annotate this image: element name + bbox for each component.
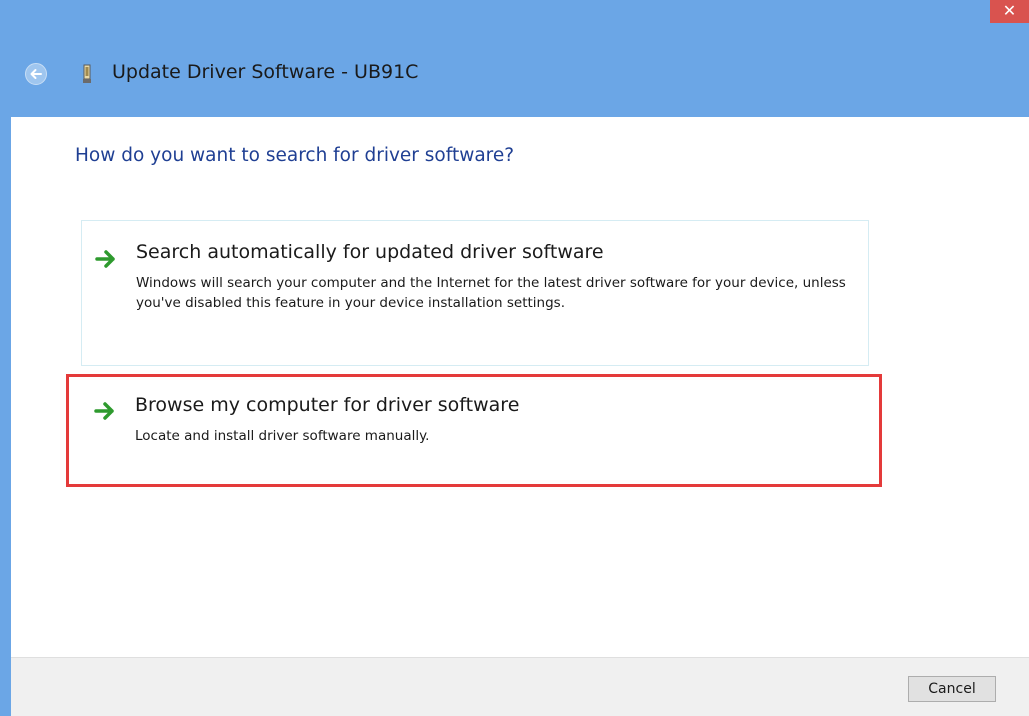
option-title: Search automatically for updated driver … bbox=[136, 241, 604, 263]
green-arrow-icon bbox=[95, 250, 115, 268]
window-title: Update Driver Software - UB91C bbox=[112, 61, 419, 83]
search-automatically-option[interactable]: Search automatically for updated driver … bbox=[81, 220, 869, 366]
wizard-content: How do you want to search for driver sof… bbox=[11, 117, 1029, 657]
close-icon: ✕ bbox=[1002, 1, 1017, 20]
browse-computer-option[interactable]: Browse my computer for driver software L… bbox=[66, 374, 882, 487]
cancel-button[interactable]: Cancel bbox=[908, 676, 996, 702]
page-question: How do you want to search for driver sof… bbox=[75, 145, 515, 166]
back-button[interactable] bbox=[25, 63, 47, 85]
option-title: Browse my computer for driver software bbox=[135, 394, 520, 416]
green-arrow-icon bbox=[94, 402, 114, 420]
back-arrow-icon bbox=[30, 69, 42, 79]
wizard-footer: Cancel bbox=[11, 657, 1029, 716]
option-description: Windows will search your computer and th… bbox=[136, 275, 846, 311]
option-description: Locate and install driver software manua… bbox=[135, 428, 430, 444]
wizard-header: Update Driver Software - UB91C bbox=[0, 37, 1029, 117]
title-bar: ✕ bbox=[0, 0, 1029, 37]
usb-device-icon bbox=[83, 64, 91, 83]
close-button[interactable]: ✕ bbox=[990, 0, 1029, 23]
update-driver-window: ✕ Update Driver Software - UB91C How do … bbox=[0, 0, 1029, 716]
